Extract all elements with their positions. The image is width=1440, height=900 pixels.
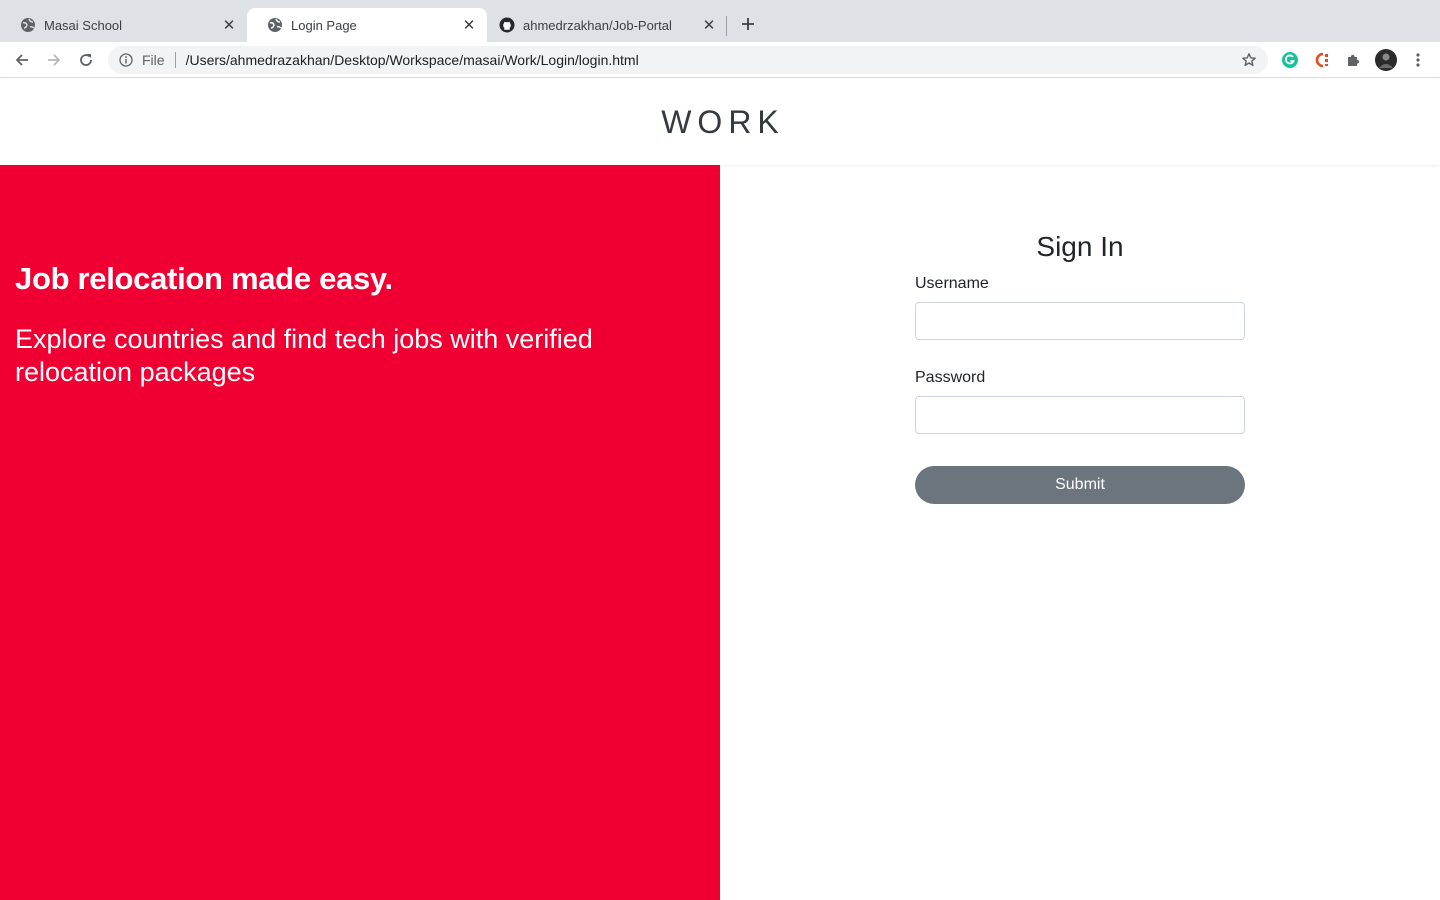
globe-icon (20, 17, 36, 33)
site-header: WORK (0, 79, 1440, 165)
submit-button[interactable]: Submit (915, 466, 1245, 504)
arrow-right-icon (48, 54, 61, 66)
tab-strip: Masai School ✕ Login Page ✕ ahmedrzakhan… (0, 0, 1440, 42)
browser-toolbar: File /Users/ahmedrazakhan/Desktop/Worksp… (0, 42, 1440, 78)
forward-button[interactable] (42, 48, 66, 72)
tab-title: Login Page (291, 17, 357, 33)
more-vert-icon[interactable] (1408, 50, 1428, 70)
url-scheme: File (142, 52, 165, 68)
password-label: Password (915, 369, 986, 386)
puzzle-icon[interactable] (1344, 50, 1364, 70)
tab-title: ahmedrzakhan/Job-Portal (523, 17, 672, 33)
arrow-left-icon (15, 54, 28, 66)
tab-divider (726, 16, 727, 36)
signin-form: Sign In Username Password Submit (915, 228, 1245, 504)
close-icon[interactable]: ✕ (461, 17, 477, 34)
bookmark-star-icon[interactable] (1239, 50, 1259, 70)
url-text[interactable]: /Users/ahmedrazakhan/Desktop/Workspace/m… (186, 52, 1239, 68)
password-input[interactable] (915, 396, 1245, 434)
tab-masai-school[interactable]: Masai School ✕ (0, 8, 247, 42)
tab-login-page[interactable]: Login Page ✕ (247, 8, 487, 42)
reload-icon (80, 54, 92, 66)
hero-subtitle: Explore countries and find tech jobs wit… (15, 324, 593, 387)
grammarly-icon[interactable] (1280, 50, 1300, 70)
globe-icon (267, 17, 283, 33)
username-input[interactable] (915, 302, 1245, 340)
tab-job-portal[interactable]: ahmedrzakhan/Job-Portal ✕ (487, 8, 727, 42)
colorpick-icon[interactable] (1312, 50, 1332, 70)
plus-icon (742, 18, 754, 30)
username-label: Username (915, 275, 989, 292)
close-icon[interactable]: ✕ (221, 17, 237, 34)
info-icon[interactable] (118, 52, 134, 68)
close-icon[interactable]: ✕ (701, 17, 717, 34)
back-button[interactable] (10, 48, 34, 72)
github-icon (499, 17, 515, 33)
address-bar[interactable]: File /Users/ahmedrazakhan/Desktop/Worksp… (108, 46, 1268, 74)
brand-logo[interactable]: WORK (661, 104, 785, 141)
hero-title: Job relocation made easy. (15, 261, 393, 296)
signin-title: Sign In (1036, 231, 1124, 262)
address-divider (174, 52, 176, 68)
reload-button[interactable] (74, 48, 98, 72)
profile-avatar[interactable] (1375, 49, 1397, 71)
hero-panel: Job relocation made easy. Explore countr… (0, 165, 720, 900)
tab-title: Masai School (44, 17, 123, 33)
new-tab-button[interactable] (736, 12, 760, 36)
